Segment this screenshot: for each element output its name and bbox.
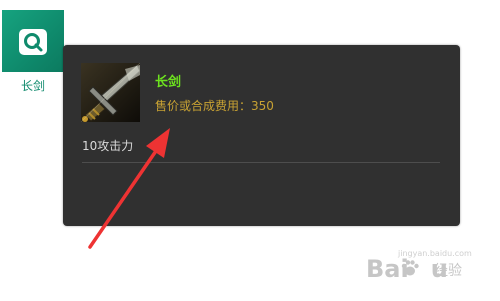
long-sword-icon [81,63,140,122]
item-slot-long-sword[interactable] [2,10,64,72]
screen: 长剑 长剑 售价或合成费用：350 10攻击力 jingyan.baidu.co… [0,0,500,301]
tooltip-stat: 10攻击力 [82,139,134,153]
tooltip-price: 售价或合成费用：350 [155,99,274,113]
search-icon [19,29,47,55]
item-slot-label: 长剑 [20,79,45,93]
item-tooltip: 长剑 售价或合成费用：350 10攻击力 [63,45,460,226]
tooltip-divider [82,162,440,163]
paw-icon [401,260,419,276]
watermark-sub: 经验 [434,263,462,279]
baidu-watermark: jingyan.baidu.com Bai u 经验 [356,249,486,285]
tooltip-title: 长剑 [155,75,182,90]
